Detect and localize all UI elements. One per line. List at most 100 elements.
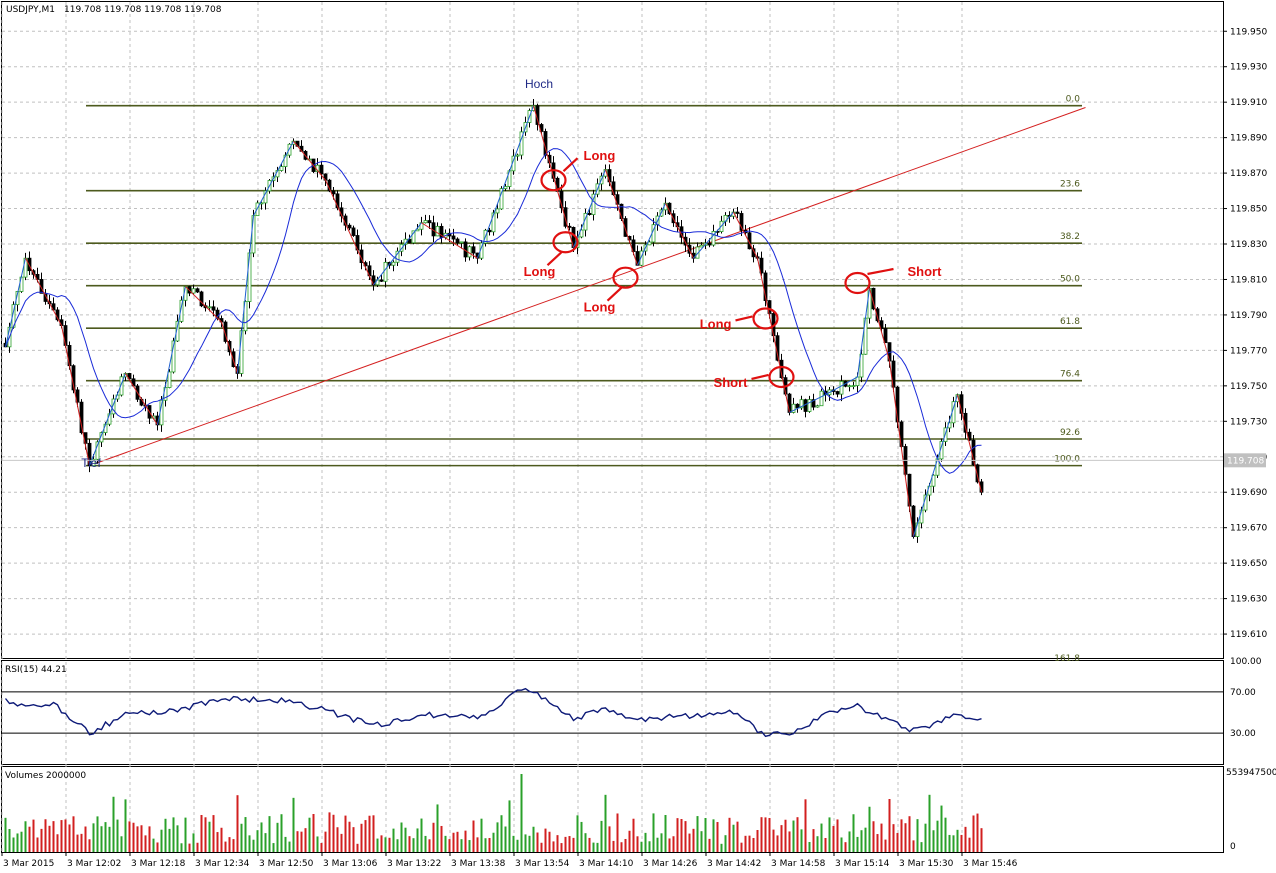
- candle-body: [331, 190, 336, 195]
- candle-body: [847, 385, 852, 388]
- candle-body: [383, 261, 388, 282]
- price-tick-label: 119.690: [1230, 488, 1267, 498]
- candle-body: [195, 288, 200, 293]
- fib-extension-label: 161.8: [1054, 654, 1080, 664]
- candle-body: [587, 212, 592, 215]
- tief-label: Tief: [81, 456, 101, 470]
- time-tick-label: 3 Mar 15:46: [963, 859, 1018, 869]
- volume-title: Volumes 2000000: [5, 771, 86, 781]
- candle-body: [167, 371, 172, 388]
- time-tick-label: 3 Mar 12:02: [67, 859, 121, 869]
- signal-label: Long: [700, 316, 732, 331]
- candle-body: [427, 220, 432, 224]
- price-tick-label: 119.770: [1230, 346, 1267, 356]
- fib-level-label: 23.6: [1060, 180, 1080, 190]
- price-tick-label: 119.630: [1230, 595, 1267, 605]
- hoch-label: Hoch: [525, 77, 553, 91]
- trading-chart[interactable]: 0.0 23.6 38.2 50.0 61.8 76.4 92.6 100.0 161.8 Lo…: [0, 0, 1276, 873]
- price-tick-label: 119.650: [1230, 559, 1267, 569]
- time-tick-label: 3 Mar 14:58: [771, 859, 826, 869]
- candle-body: [467, 246, 472, 258]
- price-tick-label: 119.750: [1230, 382, 1267, 392]
- candle-body: [211, 306, 216, 311]
- price-tick-label: 119.890: [1230, 134, 1267, 144]
- price-tick-label: 119.730: [1230, 417, 1267, 427]
- fib-level-label: 50.0: [1060, 275, 1080, 285]
- price-panel[interactable]: [1, 1, 1224, 659]
- rsi-tick-label: 30.00: [1230, 729, 1256, 739]
- price-tick-label: 119.930: [1230, 63, 1267, 73]
- price-tick-label: 119.850: [1230, 205, 1267, 215]
- time-tick-label: 3 Mar 13:54: [515, 859, 570, 869]
- candle-body: [319, 164, 324, 175]
- fib-level-label: 100.0: [1054, 455, 1080, 465]
- signal-label: Long: [524, 264, 556, 279]
- candle-body: [351, 227, 356, 236]
- time-tick-label: 3 Mar 15:30: [899, 859, 954, 869]
- ohlc-readout: 119.708 119.708 119.708 119.708: [64, 5, 222, 15]
- candle-body: [819, 390, 824, 407]
- candle-body: [423, 220, 428, 224]
- candle-body: [207, 306, 212, 309]
- price-tick-label: 119.870: [1230, 169, 1267, 179]
- candle-body: [855, 376, 860, 386]
- fib-level-label: 38.2: [1060, 232, 1080, 242]
- time-tick-label: 3 Mar 12:18: [131, 859, 186, 869]
- time-tick-label: 3 Mar 12:34: [195, 859, 250, 869]
- candle-body: [459, 241, 464, 244]
- candle-body: [515, 154, 520, 157]
- candle-body: [883, 328, 888, 344]
- candle-body: [279, 166, 284, 171]
- price-tick-label: 119.810: [1230, 275, 1267, 285]
- signal-label: Long: [584, 300, 616, 315]
- time-tick-label: 3 Mar 13:06: [323, 859, 378, 869]
- time-tick-label: 3 Mar 13:38: [451, 859, 506, 869]
- candle-body: [807, 399, 812, 412]
- fib-level-label: 92.6: [1060, 428, 1080, 438]
- candle-body: [503, 186, 508, 190]
- price-tick-label: 119.610: [1230, 630, 1267, 640]
- candle-body: [567, 225, 572, 228]
- candle-body: [247, 252, 252, 302]
- candle-body: [487, 229, 492, 233]
- time-tick-label: 3 Mar 12:50: [259, 859, 314, 869]
- candle-body: [647, 241, 652, 246]
- candle-body: [839, 381, 844, 395]
- candle-body: [851, 385, 856, 387]
- rsi-tick-label: 70.00: [1230, 688, 1256, 698]
- candle-body: [391, 261, 396, 266]
- candle-body: [795, 403, 800, 409]
- time-tick-label: 3 Mar 14:26: [643, 859, 698, 869]
- fib-level-label: 61.8: [1060, 317, 1080, 327]
- fib-level-label: 76.4: [1060, 370, 1080, 380]
- candle-body: [699, 244, 704, 248]
- time-tick-label: 3 Mar 2015: [3, 859, 54, 869]
- candle-body: [379, 279, 384, 282]
- candle-body: [471, 246, 476, 254]
- rsi-title: RSI(15) 44.21: [5, 665, 67, 675]
- volume-zero-label: 0: [1230, 842, 1236, 852]
- price-tick-label: 119.790: [1230, 311, 1267, 321]
- candle-body: [735, 211, 740, 214]
- time-tick-label: 3 Mar 14:42: [707, 859, 761, 869]
- candle-body: [707, 242, 712, 246]
- candle-body: [435, 225, 440, 237]
- candle-body: [191, 288, 196, 294]
- rsi-panel[interactable]: [1, 660, 1224, 765]
- rsi-tick-label: 100.00: [1230, 657, 1262, 667]
- time-axis: 3 Mar 2015 3 Mar 12:02 3 Mar 12:18 3 Mar 12…: [1, 852, 1018, 869]
- signal-label: Short: [908, 264, 943, 279]
- candle-body: [495, 208, 500, 214]
- fib-level-label: 0.0: [1066, 95, 1081, 105]
- price-tick-label: 119.910: [1230, 98, 1267, 108]
- current-price-label: 119.708: [1227, 456, 1264, 466]
- time-tick-label: 3 Mar 13:22: [387, 859, 441, 869]
- price-tick-label: 119.830: [1230, 240, 1267, 250]
- price-tick-label: 119.670: [1230, 524, 1267, 534]
- candle-body: [455, 238, 460, 244]
- symbol-label: USDJPY,M1: [6, 5, 55, 15]
- candle-body: [451, 235, 456, 240]
- signal-label: Short: [714, 375, 749, 390]
- volume-max-label: 5539475000: [1226, 768, 1276, 778]
- time-tick-label: 3 Mar 15:14: [835, 859, 890, 869]
